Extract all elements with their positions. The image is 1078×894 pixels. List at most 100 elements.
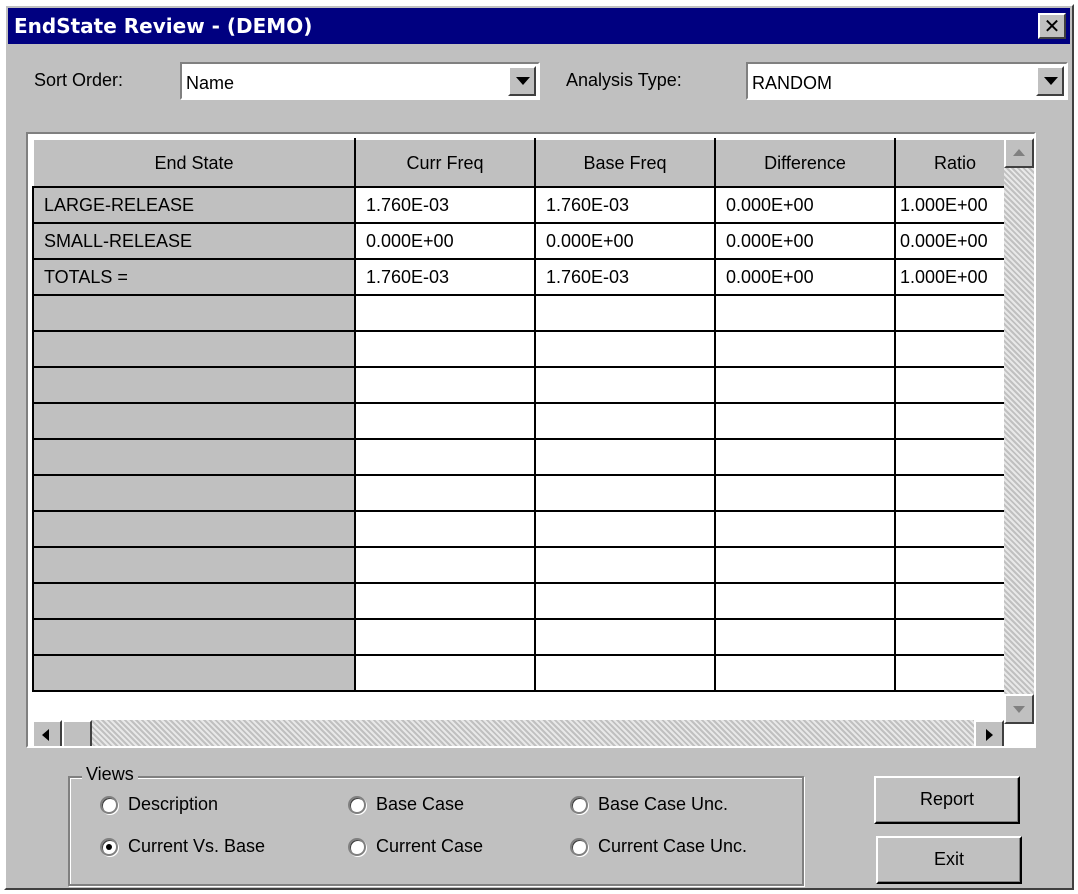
table-row[interactable] <box>32 294 1016 332</box>
difference-cell[interactable] <box>714 510 896 548</box>
end-state-cell[interactable] <box>32 510 356 548</box>
chevron-down-icon[interactable] <box>508 66 536 96</box>
ratio-cell[interactable]: 1.000E+00 <box>894 186 1016 224</box>
end-state-cell[interactable] <box>32 294 356 332</box>
table-row[interactable]: SMALL-RELEASE 0.000E+00 0.000E+00 0.000E… <box>32 222 1016 260</box>
curr-freq-cell[interactable] <box>354 654 536 692</box>
table-row[interactable]: TOTALS = 1.760E-03 1.760E-03 0.000E+00 1… <box>32 258 1016 296</box>
end-state-cell[interactable] <box>32 330 356 368</box>
exit-button[interactable]: Exit <box>876 836 1022 884</box>
ratio-cell[interactable]: 1.000E+00 <box>894 258 1016 296</box>
end-state-cell[interactable] <box>32 366 356 404</box>
table-row[interactable] <box>32 438 1016 476</box>
difference-cell[interactable] <box>714 474 896 512</box>
end-state-cell[interactable] <box>32 618 356 656</box>
radio-description[interactable]: Description <box>100 794 218 815</box>
curr-freq-cell[interactable]: 1.760E-03 <box>354 186 536 224</box>
base-freq-cell[interactable] <box>534 654 716 692</box>
end-state-cell[interactable]: TOTALS = <box>32 258 356 296</box>
base-freq-cell[interactable] <box>534 294 716 332</box>
radio-current-case[interactable]: Current Case <box>348 836 483 857</box>
column-header-end-state[interactable]: End State <box>32 138 356 188</box>
table-row[interactable] <box>32 366 1016 404</box>
difference-cell[interactable] <box>714 618 896 656</box>
difference-cell[interactable] <box>714 582 896 620</box>
horizontal-scroll-thumb[interactable] <box>62 720 92 746</box>
column-header-curr-freq[interactable]: Curr Freq <box>354 138 536 188</box>
curr-freq-cell[interactable] <box>354 474 536 512</box>
analysis-type-select[interactable]: RANDOM <box>746 62 1068 100</box>
curr-freq-cell[interactable] <box>354 618 536 656</box>
table-row[interactable] <box>32 546 1016 584</box>
base-freq-cell[interactable]: 1.760E-03 <box>534 258 716 296</box>
scroll-right-icon[interactable] <box>974 720 1004 746</box>
end-state-cell[interactable] <box>32 582 356 620</box>
column-header-difference[interactable]: Difference <box>714 138 896 188</box>
curr-freq-cell[interactable]: 1.760E-03 <box>354 258 536 296</box>
table-row[interactable] <box>32 582 1016 620</box>
close-button[interactable]: ✕ <box>1038 13 1066 39</box>
column-header-base-freq[interactable]: Base Freq <box>534 138 716 188</box>
vertical-scrollbar[interactable] <box>1004 138 1034 724</box>
ratio-cell[interactable] <box>894 510 1016 548</box>
table-row[interactable] <box>32 474 1016 512</box>
end-state-cell[interactable] <box>32 654 356 692</box>
base-freq-cell[interactable] <box>534 366 716 404</box>
base-freq-cell[interactable]: 1.760E-03 <box>534 186 716 224</box>
table-row[interactable]: LARGE-RELEASE 1.760E-03 1.760E-03 0.000E… <box>32 186 1016 224</box>
end-state-cell[interactable] <box>32 474 356 512</box>
difference-cell[interactable] <box>714 366 896 404</box>
curr-freq-cell[interactable] <box>354 438 536 476</box>
column-header-ratio[interactable]: Ratio <box>894 138 1016 188</box>
end-state-cell[interactable] <box>32 438 356 476</box>
radio-current-case-unc[interactable]: Current Case Unc. <box>570 836 747 857</box>
curr-freq-cell[interactable]: 0.000E+00 <box>354 222 536 260</box>
ratio-cell[interactable]: 0.000E+00 <box>894 222 1016 260</box>
difference-cell[interactable]: 0.000E+00 <box>714 222 896 260</box>
difference-cell[interactable] <box>714 294 896 332</box>
table-row[interactable] <box>32 654 1016 692</box>
ratio-cell[interactable] <box>894 654 1016 692</box>
difference-cell[interactable] <box>714 330 896 368</box>
report-button[interactable]: Report <box>874 776 1020 824</box>
ratio-cell[interactable] <box>894 366 1016 404</box>
end-state-cell[interactable] <box>32 402 356 440</box>
radio-base-case-unc[interactable]: Base Case Unc. <box>570 794 728 815</box>
table-row[interactable] <box>32 402 1016 440</box>
ratio-cell[interactable] <box>894 582 1016 620</box>
radio-base-case[interactable]: Base Case <box>348 794 464 815</box>
difference-cell[interactable]: 0.000E+00 <box>714 258 896 296</box>
horizontal-scrollbar[interactable] <box>32 720 1004 746</box>
curr-freq-cell[interactable] <box>354 546 536 584</box>
scroll-up-icon[interactable] <box>1004 138 1034 168</box>
curr-freq-cell[interactable] <box>354 582 536 620</box>
ratio-cell[interactable] <box>894 618 1016 656</box>
base-freq-cell[interactable] <box>534 330 716 368</box>
table-row[interactable] <box>32 510 1016 548</box>
sort-order-select[interactable]: Name <box>180 62 540 100</box>
endstate-grid[interactable]: End State Curr Freq Base Freq Difference… <box>26 132 1036 748</box>
curr-freq-cell[interactable] <box>354 330 536 368</box>
table-row[interactable] <box>32 330 1016 368</box>
difference-cell[interactable]: 0.000E+00 <box>714 186 896 224</box>
difference-cell[interactable] <box>714 438 896 476</box>
scroll-down-icon[interactable] <box>1004 694 1034 724</box>
base-freq-cell[interactable] <box>534 510 716 548</box>
scroll-left-icon[interactable] <box>32 720 62 746</box>
curr-freq-cell[interactable] <box>354 366 536 404</box>
chevron-down-icon[interactable] <box>1036 66 1064 96</box>
end-state-cell[interactable]: LARGE-RELEASE <box>32 186 356 224</box>
base-freq-cell[interactable]: 0.000E+00 <box>534 222 716 260</box>
ratio-cell[interactable] <box>894 294 1016 332</box>
base-freq-cell[interactable] <box>534 546 716 584</box>
end-state-cell[interactable]: SMALL-RELEASE <box>32 222 356 260</box>
base-freq-cell[interactable] <box>534 438 716 476</box>
ratio-cell[interactable] <box>894 474 1016 512</box>
ratio-cell[interactable] <box>894 546 1016 584</box>
base-freq-cell[interactable] <box>534 618 716 656</box>
base-freq-cell[interactable] <box>534 474 716 512</box>
end-state-cell[interactable] <box>32 546 356 584</box>
radio-current-vs-base[interactable]: Current Vs. Base <box>100 836 265 857</box>
base-freq-cell[interactable] <box>534 402 716 440</box>
curr-freq-cell[interactable] <box>354 294 536 332</box>
